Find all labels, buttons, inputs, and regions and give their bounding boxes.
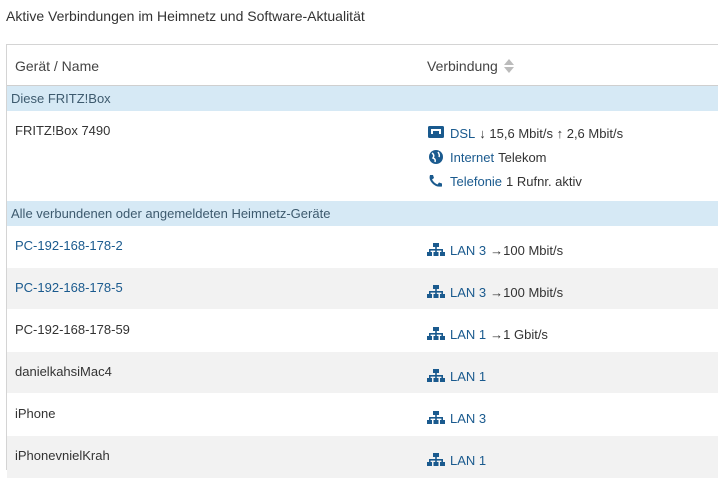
table-row: iPhone LAN 3 [7,394,718,436]
table-row: PC-192-168-178-5 LAN 3 →100 Mbit/s [7,268,718,310]
device-connection: LAN 3 →100 Mbit/s [427,242,563,258]
connection-internet-detail: Telekom [498,149,547,165]
device-name: iPhone [15,406,56,421]
lan-speed: →100 Mbit/s [490,284,564,300]
connections-table: Gerät / Name Verbindung Diese FRITZ!Box … [6,44,718,479]
connection-dsl-detail: ↓ 15,6 Mbit/s ↑ 2,6 Mbit/s [479,125,624,141]
table-row: danielkahsiMac4 LAN 1 [7,352,718,394]
lan-port-link[interactable]: LAN 3 [450,411,486,426]
lan-port-link[interactable]: LAN 1 [450,453,486,468]
device-connection: LAN 1 →1 Gbit/s [427,326,548,342]
device-name-link[interactable]: PC-192-168-178-5 [15,280,123,295]
device-name: iPhonevnielKrah [15,448,110,463]
connection-dsl: DSL ↓ 15,6 Mbit/s ↑ 2,6 Mbit/s [427,125,623,141]
lan-port-link[interactable]: LAN 3 [450,243,486,258]
fritzbox-row: FRITZ!Box 7490 DSL ↓ 15,6 Mbit/s ↑ 2,6 M… [7,111,718,201]
table-row: PC-192-168-178-59 LAN 1 →1 Gbit/s [7,310,718,352]
connection-internet: Internet Telekom [427,149,547,165]
sort-icon[interactable] [503,58,514,74]
connection-telephony-link[interactable]: Telefonie [450,174,502,189]
device-name: danielkahsiMac4 [15,364,112,379]
section-header-devices: Alle verbundenen oder angemeldeten Heimn… [7,201,718,226]
connection-dsl-link[interactable]: DSL [450,126,475,141]
lan-icon [427,452,445,468]
table-row: PC-192-168-178-2 LAN 3 →100 Mbit/s [7,226,718,268]
lan-port-link[interactable]: LAN 3 [450,285,486,300]
phone-icon [427,173,445,189]
lan-port-link[interactable]: LAN 1 [450,369,486,384]
device-connection: LAN 1 [427,452,490,468]
connection-telephony: Telefonie 1 Rufnr. aktiv [427,173,582,189]
page-title: Aktive Verbindungen im Heimnetz und Soft… [6,8,365,24]
connection-telephony-detail: 1 Rufnr. aktiv [506,173,582,189]
lan-port-link[interactable]: LAN 1 [450,327,486,342]
column-header-connection-label: Verbindung [427,58,498,74]
lan-icon [427,368,445,384]
lan-speed: →100 Mbit/s [490,242,564,258]
lan-icon [427,284,445,300]
device-connection: LAN 3 [427,410,490,426]
table-header: Gerät / Name Verbindung [7,45,718,86]
column-header-connection[interactable]: Verbindung [427,58,514,74]
column-header-device[interactable]: Gerät / Name [15,58,99,74]
dsl-icon [427,125,445,141]
device-name: FRITZ!Box 7490 [15,123,111,138]
lan-icon [427,242,445,258]
device-connection: LAN 3 →100 Mbit/s [427,284,563,300]
lan-speed: →1 Gbit/s [490,326,548,342]
lan-icon [427,410,445,426]
device-name-link[interactable]: PC-192-168-178-2 [15,238,123,253]
globe-icon [427,149,445,165]
section-header-fritzbox: Diese FRITZ!Box [7,86,718,111]
connection-internet-link[interactable]: Internet [450,150,494,165]
lan-icon [427,326,445,342]
table-row: iPhonevnielKrah LAN 1 [7,436,718,479]
device-connection: LAN 1 [427,368,490,384]
device-name: PC-192-168-178-59 [15,322,130,337]
